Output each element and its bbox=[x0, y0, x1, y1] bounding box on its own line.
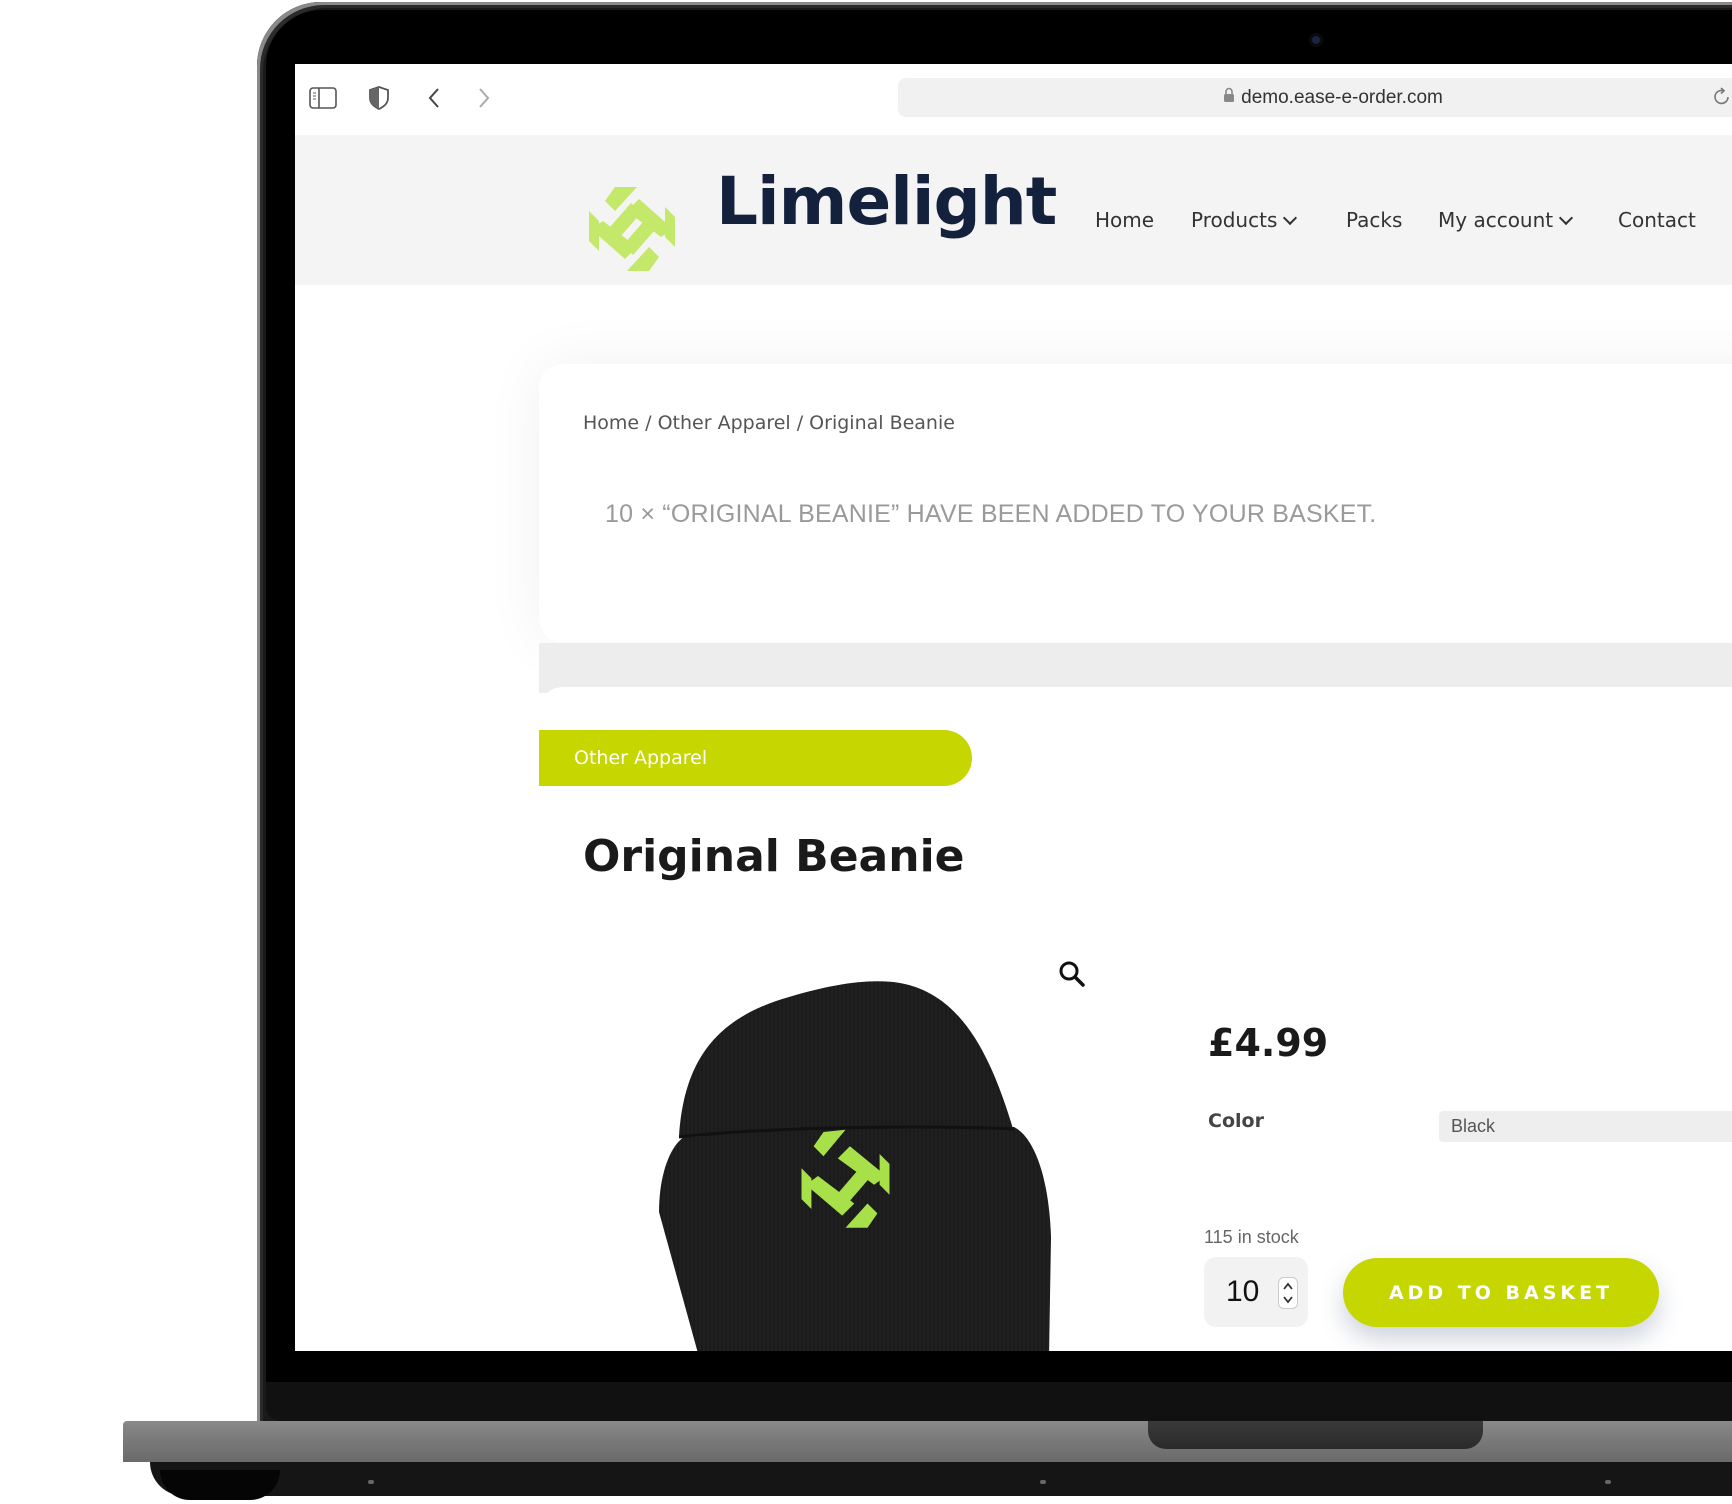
section-divider bbox=[539, 643, 1732, 693]
category-badge[interactable]: Other Apparel bbox=[539, 730, 972, 786]
sidebar-icon[interactable] bbox=[308, 86, 338, 110]
spinner-arrows-icon[interactable] bbox=[1278, 1277, 1298, 1309]
site-header: Limelight Home Products Packs My account… bbox=[295, 135, 1732, 285]
laptop-notch bbox=[1148, 1421, 1483, 1449]
nav-contact[interactable]: Contact bbox=[1618, 208, 1696, 232]
browser-toolbar: demo.ease-e-order.com bbox=[295, 64, 1732, 135]
quantity-value[interactable]: 10 bbox=[1226, 1275, 1259, 1309]
laptop-screw bbox=[1605, 1480, 1611, 1484]
reload-icon[interactable] bbox=[1711, 86, 1732, 108]
laptop-foot bbox=[160, 1470, 280, 1500]
chevron-right-icon[interactable] bbox=[469, 86, 499, 110]
laptop-hinge bbox=[266, 1382, 1732, 1421]
laptop-screw bbox=[1040, 1480, 1046, 1484]
limelight-logo-icon[interactable] bbox=[587, 185, 677, 273]
nav-packs[interactable]: Packs bbox=[1346, 208, 1402, 232]
lock-icon bbox=[1223, 87, 1235, 109]
brand-name[interactable]: Limelight bbox=[716, 163, 1057, 240]
laptop-screw bbox=[368, 1480, 374, 1484]
chevron-left-icon[interactable] bbox=[419, 86, 449, 110]
breadcrumb[interactable]: Home / Other Apparel / Original Beanie bbox=[583, 412, 955, 434]
screen: demo.ease-e-order.com Limelight Home Pro… bbox=[295, 64, 1732, 1351]
nav-my-account[interactable]: My account bbox=[1438, 208, 1574, 232]
color-label: Color bbox=[1208, 1110, 1264, 1132]
url-text: demo.ease-e-order.com bbox=[1241, 86, 1443, 108]
nav-home[interactable]: Home bbox=[1095, 208, 1154, 232]
product-title: Original Beanie bbox=[583, 831, 965, 882]
camera-icon bbox=[1312, 36, 1320, 44]
quantity-stepper[interactable]: 10 bbox=[1204, 1257, 1308, 1327]
address-bar[interactable]: demo.ease-e-order.com bbox=[898, 78, 1732, 117]
chevron-down-icon bbox=[1559, 210, 1574, 225]
stock-status: 115 in stock bbox=[1204, 1227, 1299, 1247]
laptop-base bbox=[123, 1421, 1732, 1462]
product-image[interactable] bbox=[639, 977, 1079, 1351]
page-content: Home / Other Apparel / Original Beanie 1… bbox=[295, 285, 1732, 1351]
product-price: £4.99 bbox=[1208, 1021, 1329, 1065]
basket-notice: 10 × “ORIGINAL BEANIE” HAVE BEEN ADDED T… bbox=[605, 500, 1377, 528]
color-select[interactable]: Black bbox=[1439, 1111, 1732, 1142]
nav-products[interactable]: Products bbox=[1191, 208, 1298, 232]
chevron-down-icon bbox=[1283, 210, 1298, 225]
add-to-basket-button[interactable]: ADD TO BASKET bbox=[1343, 1258, 1659, 1327]
notice-card: Home / Other Apparel / Original Beanie 1… bbox=[539, 364, 1732, 643]
laptop-base-bottom bbox=[150, 1462, 1732, 1496]
shield-icon[interactable] bbox=[364, 86, 394, 110]
product-card: Other Apparel Original Beanie £4.99 Colo… bbox=[539, 687, 1732, 1351]
